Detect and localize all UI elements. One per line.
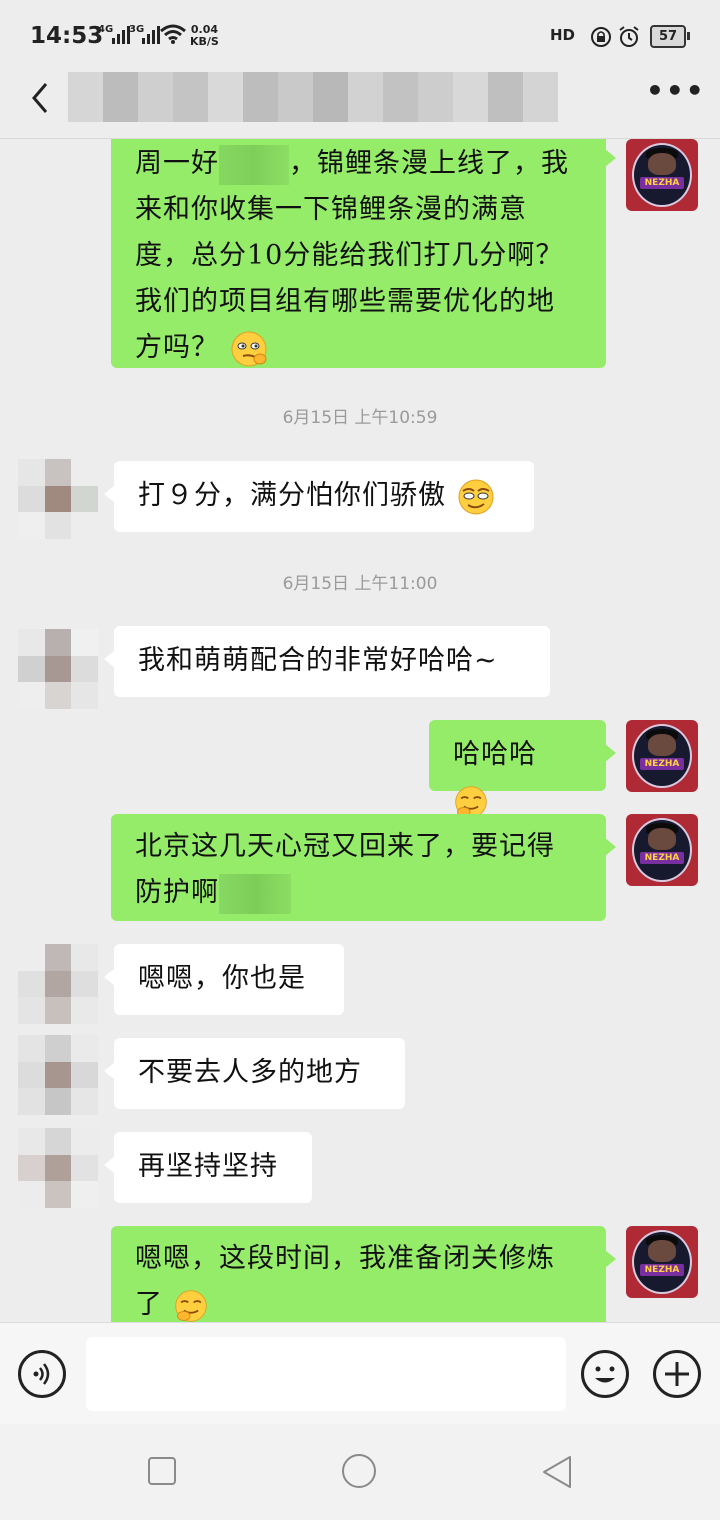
message-bubble[interactable]: 嗯嗯，你也是: [104, 944, 344, 1015]
chat-header: •••: [0, 60, 720, 139]
timestamp-divider: 6月15日 上午11:00: [282, 574, 438, 594]
message-bubble[interactable]: 再坚持坚持: [104, 1132, 312, 1203]
shy-laugh-emoji: [174, 1289, 207, 1322]
square-icon[interactable]: [148, 1457, 176, 1485]
pondering-emoji: [231, 331, 267, 366]
blurred-name: [219, 873, 291, 914]
system-nav-bar: [0, 1424, 720, 1520]
message-bubble[interactable]: 不要去人多的地方: [104, 1038, 405, 1109]
more-dots-icon[interactable]: •••: [646, 77, 704, 114]
message-bubble[interactable]: 周一好 ，锦鲤条漫上线了，我来和你收集一下锦鲤条漫的满意度，总分10分能给我们打几…: [111, 139, 616, 368]
circle-icon[interactable]: [342, 1454, 376, 1488]
my-avatar[interactable]: NEZHA: [626, 720, 698, 792]
signal-bars-icon: [112, 24, 130, 44]
smirk-emoji: [458, 479, 494, 514]
contact-avatar[interactable]: [18, 1035, 98, 1115]
chevron-left-icon[interactable]: [22, 78, 62, 118]
alarm-icon: [619, 26, 639, 47]
my-avatar[interactable]: NEZHA: [626, 1226, 698, 1298]
my-avatar[interactable]: NEZHA: [626, 814, 698, 886]
chat-message-list[interactable]: 周一好 ，锦鲤条漫上线了，我来和你收集一下锦鲤条漫的满意度，总分10分能给我们打几…: [0, 139, 720, 1322]
avatar-label: NEZHA: [640, 758, 684, 770]
message-bubble[interactable]: 北京这几天心冠又回来了，要记得防护啊: [111, 814, 616, 921]
plus-icon[interactable]: [653, 1350, 701, 1398]
message-bubble[interactable]: 打９分，满分怕你们骄傲: [104, 461, 534, 532]
voice-icon[interactable]: [18, 1350, 66, 1398]
message-bubble[interactable]: 哈哈哈: [429, 720, 616, 818]
input-bar: [0, 1322, 720, 1425]
my-avatar[interactable]: NEZHA: [626, 139, 698, 211]
contact-avatar[interactable]: [18, 629, 98, 709]
message-input[interactable]: [86, 1337, 566, 1411]
net-speed-unit: KB/S: [190, 35, 219, 48]
message-text: 哈哈哈: [453, 739, 537, 770]
hd-voice-icon: HD: [550, 26, 576, 44]
message-text: 打９分，满分怕你们骄傲: [138, 480, 446, 511]
battery-icon: 57: [650, 25, 690, 48]
message-bubble[interactable]: 我和萌萌配合的非常好哈哈~: [104, 626, 550, 697]
signal-bars-icon: [142, 24, 160, 44]
status-time: 14:53: [30, 23, 104, 49]
contact-avatar[interactable]: [18, 944, 98, 1024]
avatar-label: NEZHA: [640, 1264, 684, 1276]
message-text: ，锦鲤条漫上线了，我来和你收集一下锦鲤条漫的满意度，总分10分能给我们打几分啊？…: [135, 148, 569, 363]
status-bar: 14:53 4G 3G 0.04 KB/S HD 57: [0, 0, 720, 60]
message-bubble[interactable]: 嗯嗯，这段时间，我准备闭关修炼了: [111, 1226, 616, 1322]
wifi-icon: [160, 24, 186, 44]
timestamp-divider: 6月15日 上午10:59: [282, 408, 438, 428]
contact-avatar[interactable]: [18, 459, 98, 539]
contact-avatar[interactable]: [18, 1128, 98, 1208]
blurred-name: [219, 144, 289, 185]
net-speed: 0.04 KB/S: [190, 24, 219, 48]
chat-title-blurred: [68, 72, 558, 122]
avatar-label: NEZHA: [640, 852, 684, 864]
avatar-label: NEZHA: [640, 177, 684, 189]
lock-rotation-icon: [591, 27, 611, 47]
smiley-icon[interactable]: [581, 1350, 629, 1398]
message-text: 北京这几天心冠又回来了，要记得防护啊: [135, 831, 555, 908]
signal-4g-label: 4G: [98, 24, 114, 35]
triangle-back-icon[interactable]: [540, 1454, 574, 1490]
message-text: 周一好: [135, 148, 219, 179]
